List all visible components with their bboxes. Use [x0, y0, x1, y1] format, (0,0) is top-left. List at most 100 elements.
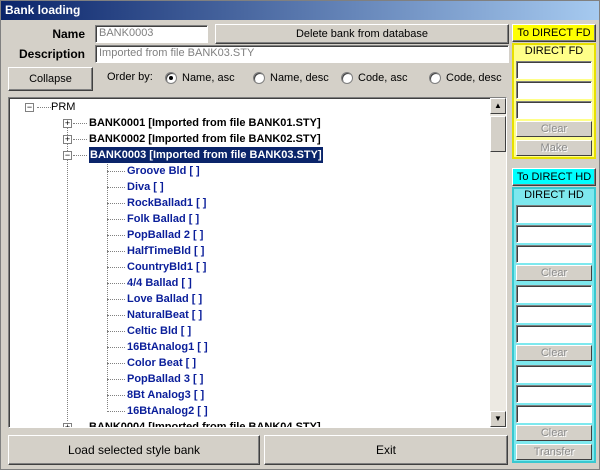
expand-icon[interactable]: +: [63, 135, 72, 144]
direct-hd-slot-9[interactable]: [516, 405, 592, 423]
direct-hd-slot-1[interactable]: [516, 205, 592, 223]
direct-fd-slot-2[interactable]: [516, 81, 592, 99]
tree-connector: [107, 267, 125, 268]
scrollbar-thumb[interactable]: [490, 116, 506, 152]
tree-connector: [107, 162, 108, 409]
tree-style-label: PopBallad 2 [ ]: [127, 229, 204, 241]
direct-fd-make-button[interactable]: Make: [516, 140, 592, 156]
load-style-bank-button[interactable]: Load selected style bank: [8, 435, 260, 465]
tree-bank-label: BANK0001 [Imported from file BANK01.STY]: [89, 117, 321, 129]
tree-connector: [73, 123, 87, 124]
scroll-up-arrow-icon[interactable]: ▲: [490, 98, 506, 114]
direct-hd-clear-button-2[interactable]: Clear: [516, 345, 592, 361]
delete-bank-button[interactable]: Delete bank from database: [215, 24, 509, 44]
direct-hd-panel: DIRECT HD Clear Clear Clear Transfer: [512, 187, 596, 463]
direct-hd-slot-8[interactable]: [516, 385, 592, 403]
direct-hd-slot-2[interactable]: [516, 225, 592, 243]
tree-connector: [107, 203, 125, 204]
tree-bank-label: BANK0002 [Imported from file BANK02.STY]: [89, 133, 321, 145]
direct-hd-slot-7[interactable]: [516, 365, 592, 383]
direct-fd-panel: DIRECT FD Clear Make: [512, 43, 596, 159]
tree-connector: [107, 251, 125, 252]
tree-connector: [107, 283, 125, 284]
order-by-label: Order by:: [107, 71, 153, 83]
tree-connector: [73, 427, 87, 428]
description-label: Description: [18, 47, 85, 61]
name-label: Name: [52, 27, 85, 41]
tree-style-label: HalfTimeBld [ ]: [127, 245, 205, 257]
expand-icon[interactable]: +: [63, 119, 72, 128]
radio-unchecked-icon: [253, 72, 265, 84]
tree-style-label: RockBallad1 [ ]: [127, 197, 207, 209]
tree-style-label: 4/4 Ballad [ ]: [127, 277, 192, 289]
name-field[interactable]: BANK0003: [95, 25, 208, 43]
direct-fd-title: DIRECT FD: [524, 45, 584, 57]
expand-icon[interactable]: +: [63, 423, 72, 427]
order-name-asc-radio[interactable]: Name, asc: [165, 71, 235, 85]
tree-style-label: Groove Bld [ ]: [127, 165, 200, 177]
direct-hd-clear-button-3[interactable]: Clear: [516, 425, 592, 441]
collapse-icon[interactable]: −: [25, 103, 34, 112]
direct-fd-slot-1[interactable]: [516, 61, 592, 79]
description-field[interactable]: Imported from file BANK03.STY: [95, 45, 509, 63]
tree-connector: [107, 235, 125, 236]
tree-style-label: Diva [ ]: [127, 181, 164, 193]
collapse-button[interactable]: Collapse: [8, 67, 93, 91]
bank-loading-window: Bank loading Name BANK0003 Delete bank f…: [0, 0, 600, 470]
tree-connector: [107, 171, 125, 172]
scroll-down-arrow-icon[interactable]: ▼: [490, 411, 506, 427]
tree-style-label: 8Bt Analog3 [ ]: [127, 389, 205, 401]
tree-connector: [107, 219, 125, 220]
tree-connector: [107, 411, 125, 412]
direct-hd-slot-4[interactable]: [516, 285, 592, 303]
direct-hd-slot-3[interactable]: [516, 245, 592, 263]
to-direct-hd-button[interactable]: To DIRECT HD: [512, 168, 596, 186]
direct-fd-slot-3[interactable]: [516, 101, 592, 119]
order-name-desc-radio[interactable]: Name, desc: [253, 71, 329, 85]
tree-style-label: Color Beat [ ]: [127, 357, 197, 369]
tree-connector: [107, 187, 125, 188]
direct-hd-title: DIRECT HD: [524, 189, 584, 201]
tree-connector: [107, 299, 125, 300]
tree-bank-label: BANK0004 [Imported from file BANK04.STY]: [89, 421, 321, 428]
radio-checked-icon: [165, 72, 177, 84]
to-direct-fd-button[interactable]: To DIRECT FD: [512, 24, 596, 42]
tree-root-label: PRM: [51, 101, 76, 113]
order-code-asc-label: Code, asc: [358, 72, 408, 84]
direct-hd-slot-6[interactable]: [516, 325, 592, 343]
tree-connector: [67, 120, 68, 421]
order-code-desc-label: Code, desc: [446, 72, 502, 84]
tree-connector: [107, 315, 125, 316]
tree-style-label: PopBallad 3 [ ]: [127, 373, 204, 385]
order-code-asc-radio[interactable]: Code, asc: [341, 71, 408, 85]
tree-style-label: Love Ballad [ ]: [127, 293, 203, 305]
order-name-desc-label: Name, desc: [270, 72, 329, 84]
window-title: Bank loading: [1, 1, 599, 20]
tree-connector: [73, 139, 87, 140]
tree-connector: [73, 155, 87, 156]
tree-bank-label: BANK0003 [Imported from file BANK03.STY]: [88, 146, 324, 164]
tree-vertical-scrollbar[interactable]: ▲ ▼: [490, 98, 506, 427]
tree-connector: [107, 363, 125, 364]
order-code-desc-radio[interactable]: Code, desc: [429, 71, 502, 85]
tree-style-label: 16BtAnalog2 [ ]: [127, 405, 208, 417]
tree-style-label: 16BtAnalog1 [ ]: [127, 341, 208, 353]
radio-unchecked-icon: [341, 72, 353, 84]
order-name-asc-label: Name, asc: [182, 72, 235, 84]
exit-button[interactable]: Exit: [264, 435, 508, 465]
direct-hd-transfer-button[interactable]: Transfer: [516, 444, 592, 460]
direct-hd-clear-button-1[interactable]: Clear: [516, 265, 592, 281]
tree-style-label: NaturalBeat [ ]: [127, 309, 203, 321]
tree-connector: [107, 379, 125, 380]
direct-fd-clear-button[interactable]: Clear: [516, 121, 592, 137]
direct-hd-slot-5[interactable]: [516, 305, 592, 323]
tree-connector: [107, 331, 125, 332]
radio-unchecked-icon: [429, 72, 441, 84]
tree-connector: [107, 347, 125, 348]
tree-style-label: Folk Ballad [ ]: [127, 213, 200, 225]
collapse-icon[interactable]: −: [63, 151, 72, 160]
tree-connector: [107, 395, 125, 396]
tree-style-label: CountryBld1 [ ]: [127, 261, 207, 273]
bank-tree[interactable]: − PRM + BANK0001 [Imported from file BAN…: [8, 97, 507, 428]
tree-style-label: Celtic Bld [ ]: [127, 325, 192, 337]
